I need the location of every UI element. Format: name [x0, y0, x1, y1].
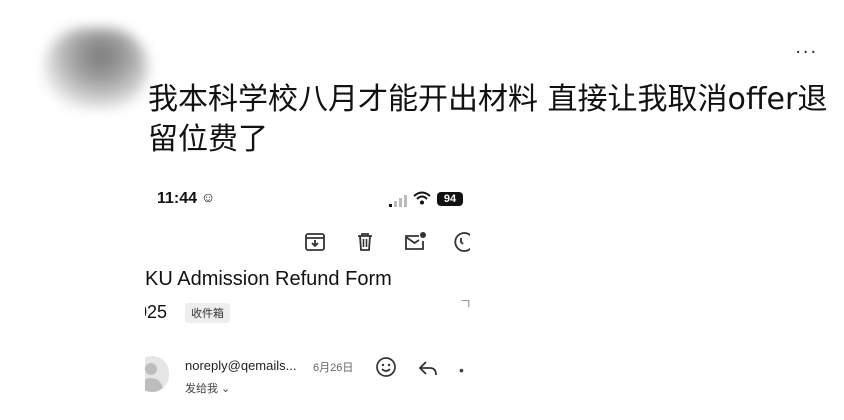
sender-avatar[interactable]	[145, 356, 169, 392]
more-options-button[interactable]: ...	[795, 36, 818, 59]
email-more-icon[interactable]: •	[459, 362, 464, 378]
archive-icon[interactable]	[303, 230, 327, 254]
signal-icon	[389, 195, 407, 207]
email-date: 6月26日	[313, 362, 354, 374]
snooze-icon[interactable]	[451, 230, 470, 254]
inbox-label[interactable]: 收件箱	[185, 303, 230, 323]
face-icon: ☺	[201, 189, 216, 205]
email-screenshot: 11:44 ☺ 94 KU Admission Refund Form 025 …	[145, 180, 470, 420]
recipient-toggle[interactable]: 发给我 ⌄	[185, 380, 230, 396]
sender-address[interactable]: noreply@qemails...	[185, 358, 296, 373]
user-avatar[interactable]	[44, 28, 148, 108]
post-text: 我本科学校八月才能开出材料 直接让我取消offer退留位费了	[148, 82, 828, 157]
emoji-reaction-icon[interactable]	[375, 356, 397, 378]
trash-icon[interactable]	[353, 230, 377, 254]
reply-icon[interactable]	[417, 358, 439, 378]
status-time: 11:44	[157, 190, 198, 207]
email-subject-continued: 025	[145, 302, 168, 322]
star-icon[interactable]: ㄱ	[459, 294, 470, 314]
email-subject: KU Admission Refund Form	[145, 268, 392, 290]
wifi-icon	[413, 191, 431, 205]
battery-indicator: 94	[437, 192, 463, 206]
mark-unread-icon[interactable]	[403, 230, 427, 254]
